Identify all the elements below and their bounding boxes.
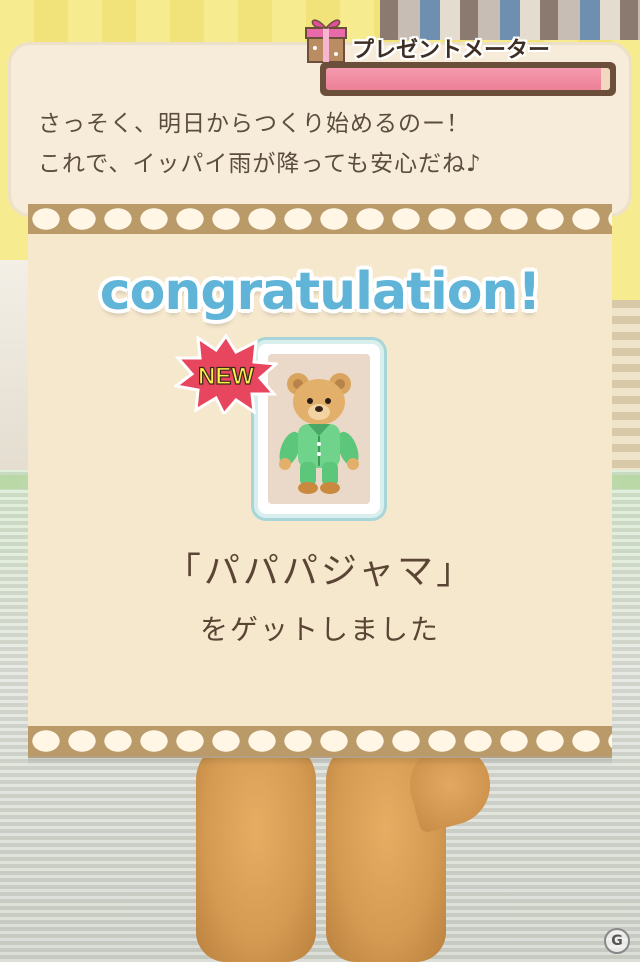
- obtained-caption: をゲットしました: [199, 613, 440, 646]
- scalloped-border-bottom: [28, 726, 612, 756]
- new-badge: NEW: [174, 334, 278, 414]
- present-meter-track: [326, 68, 610, 90]
- new-badge-label: NEW: [198, 363, 254, 390]
- present-meter-title: プレゼントメーター: [352, 38, 551, 63]
- watermark-logo: G: [604, 928, 630, 954]
- speech-line-1: さっそく、明日からつくり始めるのー！: [38, 111, 470, 137]
- bear-left-leg: [196, 740, 316, 962]
- background-drawer: [608, 300, 640, 470]
- teddy-bear-pajama-icon: [279, 373, 359, 494]
- present-meter-fill: [326, 68, 602, 90]
- speech-line-2: これで、イッパイ雨が降っても安心だね♪: [38, 151, 482, 177]
- congratulation-heading: congratulation!: [99, 262, 541, 322]
- gift-box-icon: [305, 19, 347, 63]
- reward-popup[interactable]: congratulation! NEW 「パパパジャマ」 をゲットしました: [28, 204, 612, 756]
- item-background: [268, 354, 370, 504]
- card-shadow: [28, 756, 612, 766]
- scalloped-border-top: [28, 204, 612, 234]
- item-name: 「パパパジャマ」: [164, 551, 476, 592]
- present-meter: [320, 62, 616, 96]
